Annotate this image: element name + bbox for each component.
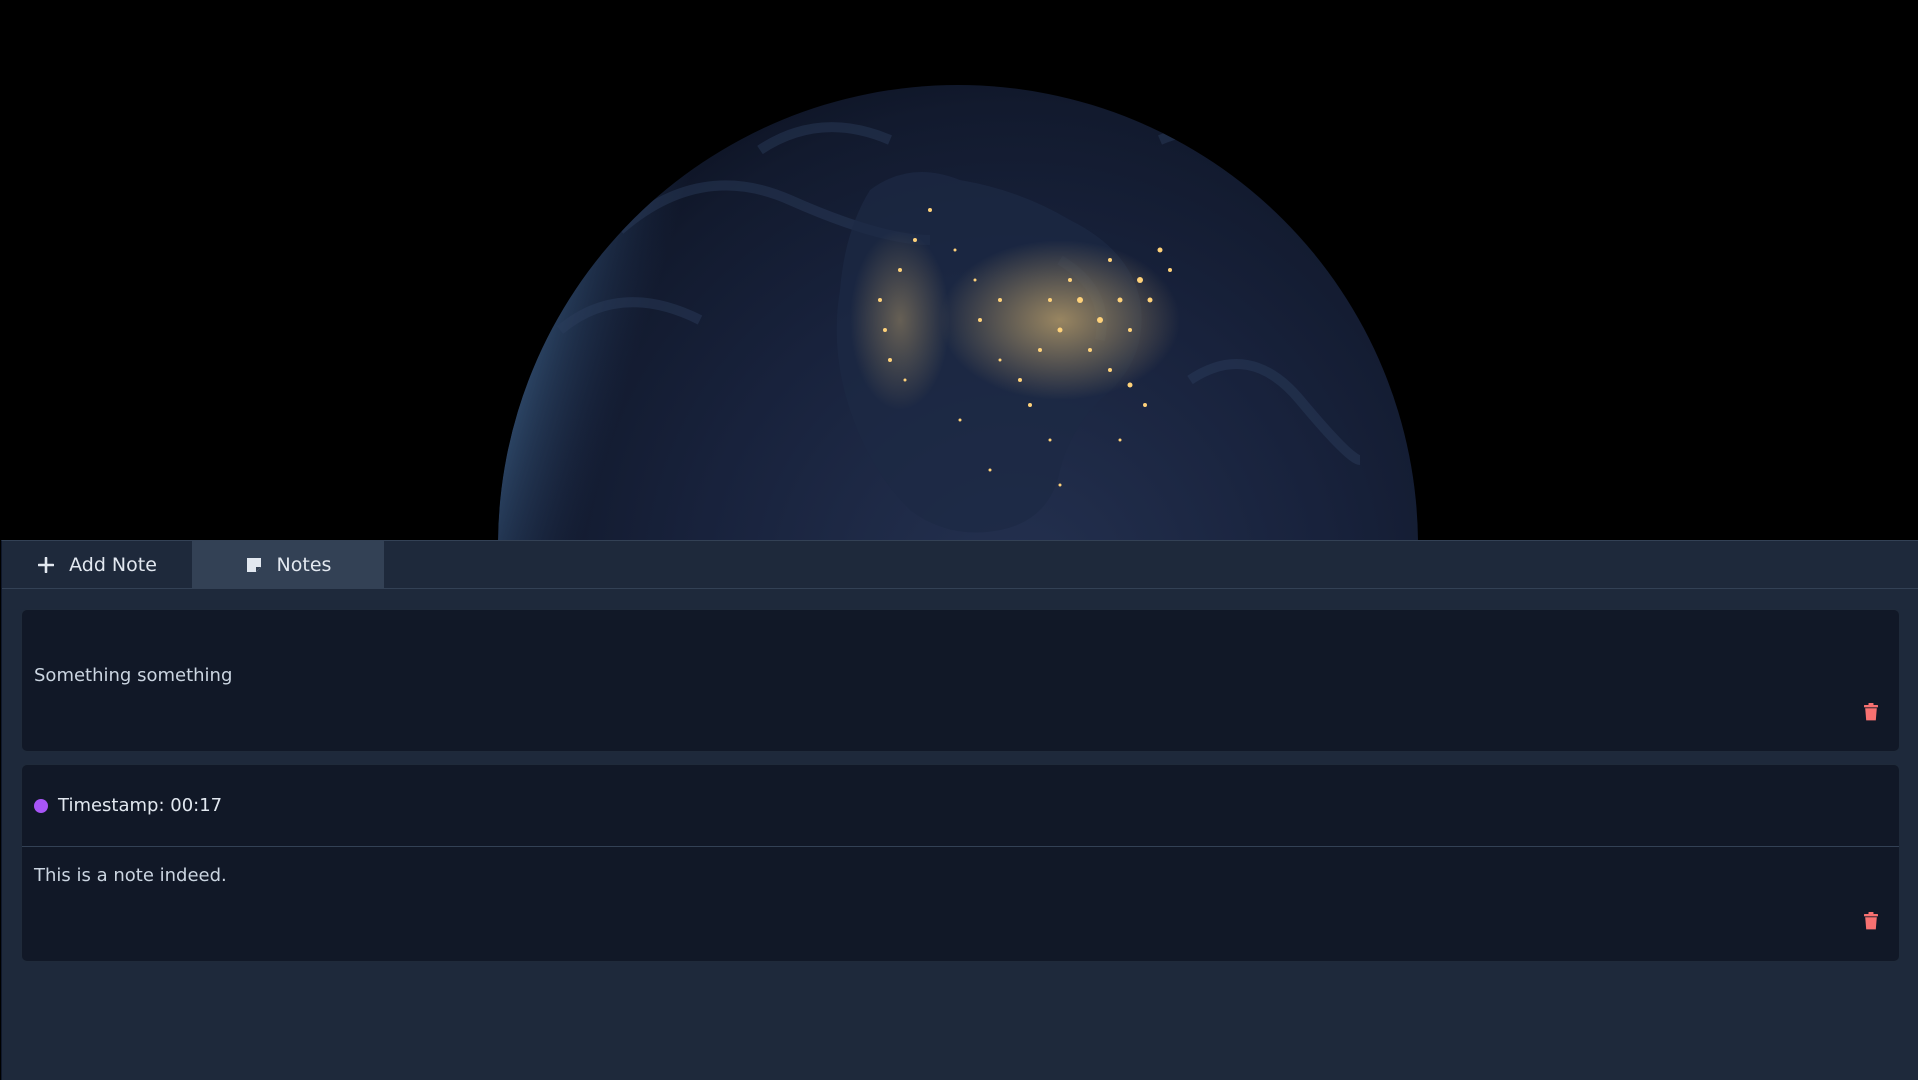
note-text: Something something — [34, 665, 233, 686]
tab-bar: Add Note Notes — [2, 541, 1918, 589]
plus-icon — [37, 556, 55, 574]
earth-night-image — [0, 0, 1918, 540]
timestamp-link[interactable]: Timestamp: 00:17 — [22, 765, 1899, 847]
timestamp-dot — [34, 798, 48, 813]
tab-notes[interactable]: Notes — [192, 541, 384, 588]
app-window: Add Note Notes Something something Times… — [0, 0, 1918, 1080]
tab-add-note-label: Add Note — [69, 553, 157, 576]
note-text: This is a note indeed. — [34, 865, 227, 886]
notes-panel: Add Note Notes Something something Times… — [1, 540, 1918, 1080]
notes-list: Something something Timestamp: 00:17 Thi… — [2, 589, 1918, 962]
trash-icon[interactable] — [1863, 703, 1879, 721]
tab-add-note[interactable]: Add Note — [2, 541, 192, 588]
note-card: Something something — [21, 609, 1900, 752]
trash-icon[interactable] — [1863, 912, 1879, 930]
video-player[interactable] — [0, 0, 1918, 540]
sticky-note-icon — [245, 556, 263, 574]
tab-notes-label: Notes — [276, 553, 332, 576]
note-card: Timestamp: 00:17 This is a note indeed. — [21, 764, 1900, 962]
timestamp-label: Timestamp: 00:17 — [58, 795, 223, 816]
